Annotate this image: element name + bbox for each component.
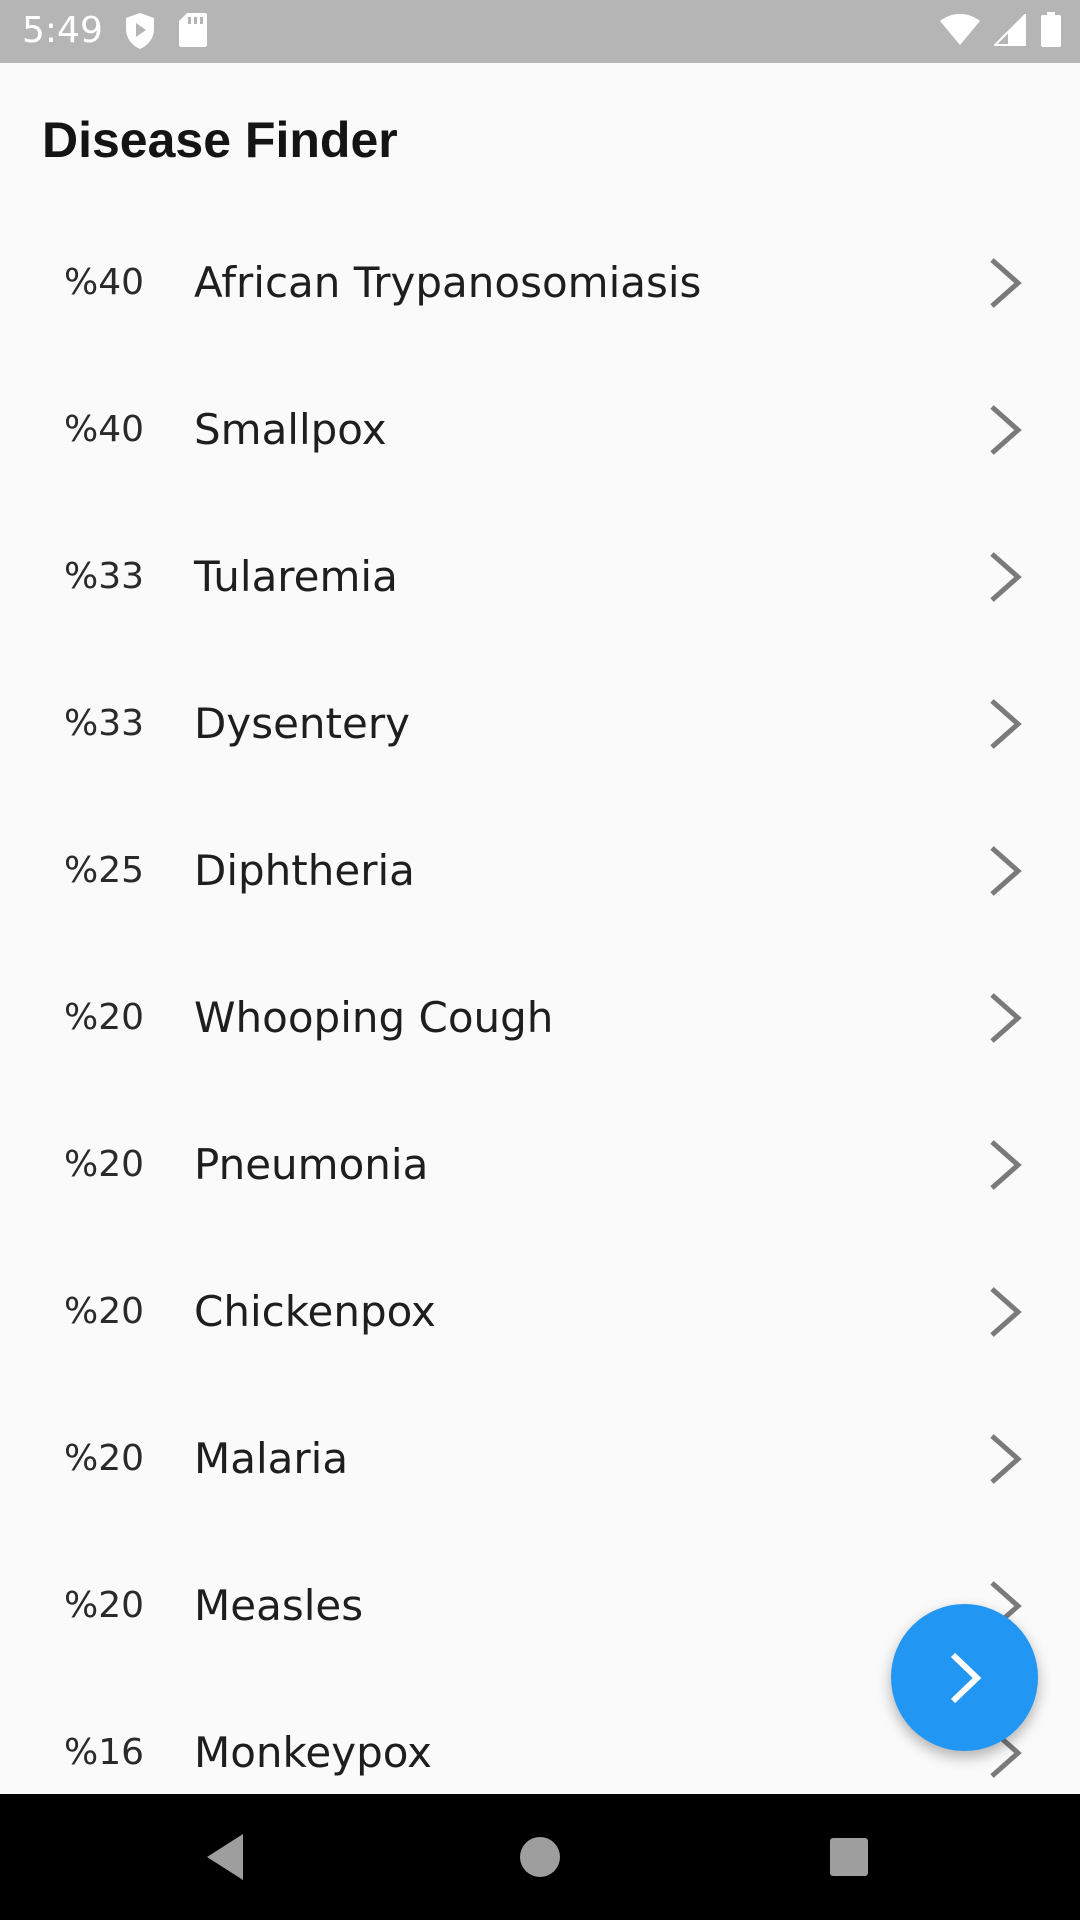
disease-name: Malaria [194, 1434, 349, 1483]
status-time: 5:49 [22, 10, 103, 51]
screen: 5:49 Disease Finder %40 African Trypanos… [0, 0, 1080, 1920]
next-fab-button[interactable] [891, 1604, 1038, 1751]
match-percent: %40 [64, 262, 145, 303]
disease-name: Tularemia [194, 552, 398, 601]
disease-list-item[interactable]: %40 Smallpox [0, 370, 1080, 517]
disease-name: African Trypanosomiasis [194, 258, 702, 307]
disease-name: Chickenpox [194, 1287, 436, 1336]
recents-button[interactable] [816, 1824, 882, 1890]
disease-name: Monkeypox [194, 1728, 432, 1777]
match-percent: %25 [64, 850, 145, 891]
match-percent: %20 [64, 997, 145, 1038]
match-percent: %16 [64, 1732, 145, 1773]
disease-name: Whooping Cough [194, 993, 554, 1042]
match-percent: %20 [64, 1144, 145, 1185]
app-bar: Disease Finder [0, 63, 1080, 211]
sd-card-icon [178, 12, 208, 50]
disease-name: Dysentery [194, 699, 410, 748]
chevron-right-icon [990, 993, 1022, 1043]
match-percent: %33 [64, 556, 145, 597]
status-bar: 5:49 [0, 0, 1080, 63]
disease-name: Diphtheria [194, 846, 415, 895]
disease-list-item[interactable]: %33 Tularemia [0, 517, 1080, 664]
chevron-right-icon [990, 405, 1022, 455]
disease-list-item[interactable]: %40 African Trypanosomiasis [0, 223, 1080, 370]
chevron-right-icon [990, 699, 1022, 749]
chevron-right-icon [990, 552, 1022, 602]
page-title: Disease Finder [42, 112, 398, 168]
match-percent: %40 [64, 409, 145, 450]
chevron-right-icon [990, 1434, 1022, 1484]
status-right-icons [940, 12, 1062, 48]
chevron-right-icon [950, 1652, 981, 1703]
match-percent: %20 [64, 1291, 145, 1332]
disease-list-item[interactable]: %20 Pneumonia [0, 1105, 1080, 1252]
chevron-right-icon [990, 258, 1022, 308]
navigation-bar [0, 1794, 1080, 1920]
disease-list-item[interactable]: %25 Diphtheria [0, 811, 1080, 958]
status-left-icons [124, 12, 208, 50]
match-percent: %20 [64, 1585, 145, 1626]
home-button[interactable] [507, 1824, 573, 1890]
disease-list-item[interactable]: %20 Malaria [0, 1399, 1080, 1546]
cell-signal-icon [994, 14, 1026, 46]
match-percent: %33 [64, 703, 145, 744]
battery-icon [1040, 12, 1062, 48]
match-percent: %20 [64, 1438, 145, 1479]
disease-name: Smallpox [194, 405, 387, 454]
disease-list-item[interactable]: %33 Dysentery [0, 664, 1080, 811]
home-circle-icon [520, 1837, 560, 1877]
recents-square-icon [830, 1838, 868, 1876]
wifi-icon [940, 14, 980, 46]
disease-list[interactable]: %40 African Trypanosomiasis %40 Smallpox %33… [0, 223, 1080, 1793]
disease-name: Pneumonia [194, 1140, 429, 1189]
chevron-right-icon [990, 1140, 1022, 1190]
back-button[interactable] [203, 1824, 269, 1890]
disease-list-item[interactable]: %20 Whooping Cough [0, 958, 1080, 1105]
chevron-right-icon [990, 846, 1022, 896]
shield-play-icon [124, 12, 156, 50]
back-triangle-icon [207, 1834, 243, 1880]
chevron-right-icon [990, 1287, 1022, 1337]
disease-name: Measles [194, 1581, 364, 1630]
disease-list-item[interactable]: %20 Chickenpox [0, 1252, 1080, 1399]
